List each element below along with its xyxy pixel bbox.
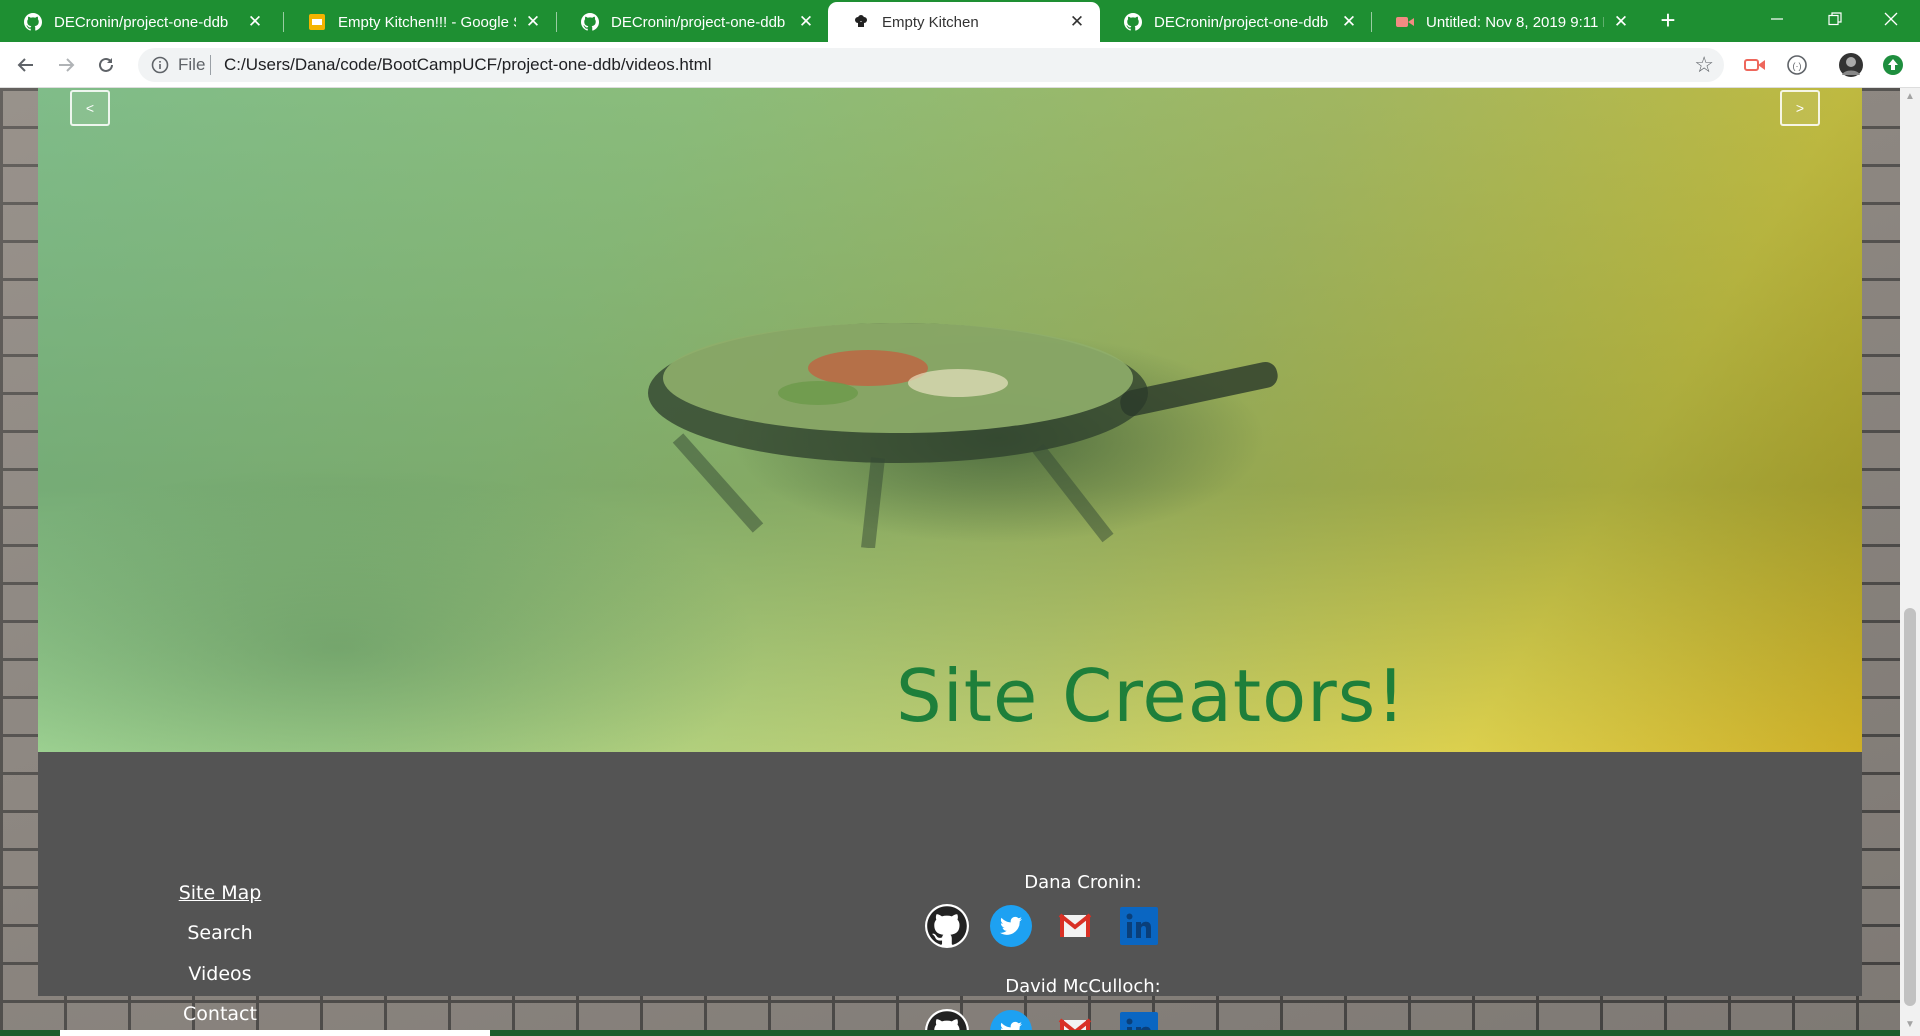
github-icon <box>1124 13 1142 31</box>
restore-icon[interactable] <box>1806 0 1864 38</box>
tab-decronin-3[interactable]: DECronin/project-one-ddb ✕ <box>1100 2 1372 42</box>
github-icon <box>581 13 599 31</box>
new-tab-button[interactable]: + <box>1652 4 1684 36</box>
close-icon[interactable]: ✕ <box>1612 12 1630 32</box>
close-icon[interactable]: ✕ <box>1068 12 1086 32</box>
scroll-up-icon[interactable]: ▲ <box>1900 88 1920 105</box>
footer-link-site-map[interactable]: Site Map <box>38 882 402 904</box>
gmail-icon[interactable] <box>1053 904 1097 948</box>
github-icon <box>24 13 42 31</box>
screencast-extension-icon[interactable] <box>1742 52 1768 78</box>
screencast-icon <box>1396 13 1414 31</box>
vertical-scrollbar[interactable]: ▲ ▼ <box>1900 88 1920 1036</box>
bookmark-star-icon[interactable]: ☆ <box>1694 52 1714 78</box>
browser-tab-strip: DECronin/project-one-ddb ✕ Empty Kitchen… <box>0 0 1920 42</box>
tab-title: DECronin/project-one-ddb <box>611 13 786 31</box>
avatar[interactable] <box>1838 52 1864 78</box>
browser-toolbar: File C:/Users/Dana/code/BootCampUCF/proj… <box>0 42 1920 88</box>
tab-title: DECronin/project-one-ddb <box>1154 13 1329 31</box>
google-slides-icon <box>308 13 326 31</box>
site-footer: Site Map Search Videos Contact Dana Cron… <box>38 752 1862 1036</box>
tab-empty-kitchen[interactable]: Empty Kitchen ✕ <box>828 2 1100 42</box>
close-icon[interactable]: ✕ <box>1340 12 1358 32</box>
tab-decronin-2[interactable]: DECronin/project-one-ddb ✕ <box>557 2 829 42</box>
page-viewport: < > Site Creators! Site Map Search Video… <box>0 88 1900 1036</box>
footer-link-videos[interactable]: Videos <box>38 963 402 985</box>
carousel-next-button[interactable]: > <box>1780 90 1820 126</box>
close-icon[interactable]: ✕ <box>246 12 264 32</box>
tab-decronin-1[interactable]: DECronin/project-one-ddb ✕ <box>0 2 278 42</box>
taskbar-highlight <box>60 1030 490 1036</box>
update-icon[interactable] <box>1880 52 1906 78</box>
tab-title: Untitled: Nov 8, 2019 9:11 PM <box>1426 13 1604 31</box>
tab-title: DECronin/project-one-ddb <box>54 13 229 31</box>
info-icon[interactable] <box>150 55 170 75</box>
divider <box>210 55 211 75</box>
tab-title: Empty Kitchen <box>882 13 979 31</box>
forward-arrow-icon[interactable] <box>50 49 82 81</box>
scheme-label: File <box>178 55 206 74</box>
url-text[interactable]: C:/Users/Dana/code/BootCampUCF/project-o… <box>224 55 712 75</box>
footer-link-search[interactable]: Search <box>38 922 402 944</box>
window-close-icon[interactable] <box>1862 0 1920 38</box>
linkedin-icon[interactable] <box>1117 904 1161 948</box>
footer-link-contact[interactable]: Contact <box>38 1003 402 1025</box>
tab-screencast[interactable]: Untitled: Nov 8, 2019 9:11 PM ✕ <box>1372 2 1644 42</box>
address-bar[interactable]: File C:/Users/Dana/code/BootCampUCF/proj… <box>138 48 1724 82</box>
close-icon[interactable]: ✕ <box>797 12 815 32</box>
carousel-prev-button[interactable]: < <box>70 90 110 126</box>
scroll-down-icon[interactable]: ▼ <box>1900 1016 1920 1033</box>
scrollbar-thumb[interactable] <box>1904 608 1916 1006</box>
chef-hat-icon <box>852 13 870 31</box>
svg-text:(·): (·) <box>1793 61 1802 71</box>
creator-name-david: David McCulloch: <box>1005 976 1161 997</box>
creator-name-dana: Dana Cronin: <box>1024 872 1142 893</box>
close-icon[interactable]: ✕ <box>524 12 542 32</box>
github-icon[interactable] <box>925 904 969 948</box>
frying-pan-illustration <box>648 323 1278 548</box>
hero-title: Site Creators! <box>896 654 1407 738</box>
tab-google-slides[interactable]: Empty Kitchen!!! - Google Sli ✕ <box>284 2 556 42</box>
reload-icon[interactable] <box>90 49 122 81</box>
back-arrow-icon[interactable] <box>10 49 42 81</box>
hero-banner: < > Site Creators! <box>38 88 1862 752</box>
extension-icon[interactable]: (·) <box>1784 52 1810 78</box>
minimize-icon[interactable] <box>1748 0 1806 38</box>
twitter-icon[interactable] <box>989 904 1033 948</box>
tab-title: Empty Kitchen!!! - Google Sli <box>338 13 516 31</box>
